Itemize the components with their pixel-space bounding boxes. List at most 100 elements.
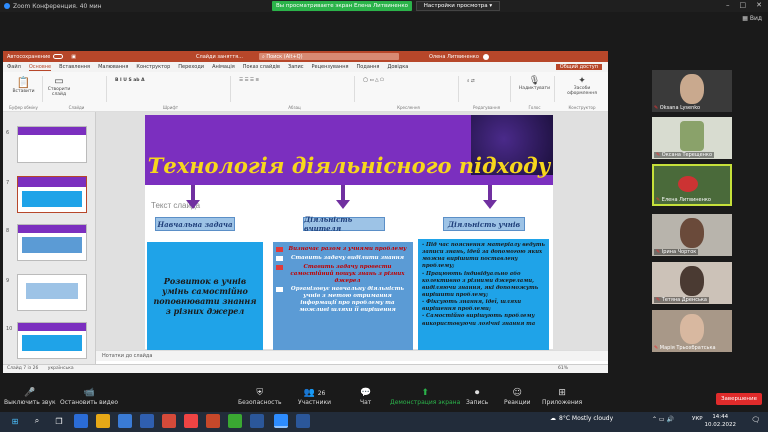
header-teacher-activity: Діяльність вчителя <box>303 215 385 233</box>
autosave-label: Автосохранение <box>7 53 51 60</box>
record-button[interactable]: ⏺ Запись <box>466 388 488 406</box>
notification-icon[interactable]: 🗨 <box>751 416 760 424</box>
view-options-button[interactable]: Настройки просмотра ▾ <box>416 1 500 11</box>
learning-task-box: Розвиток в учнів умінь самостійно поповн… <box>147 242 263 350</box>
paragraph-controls[interactable]: ☰ ☰ ☰ ≡ <box>235 76 354 85</box>
security-button[interactable]: ⛨ Безопасность <box>238 388 282 406</box>
new-slide-button[interactable]: ▭ Створити слайд <box>47 76 71 97</box>
autosave-toggle[interactable] <box>53 54 64 59</box>
mic-muted-icon: ✎ <box>656 152 661 158</box>
menu-help[interactable]: Довідка <box>387 64 408 70</box>
student-item: - Під час пояснення матеріалу ведуть зап… <box>422 242 545 270</box>
find-icon[interactable]: ⌕ ⇄ <box>463 76 510 86</box>
menu-insert[interactable]: Вставлення <box>59 64 90 70</box>
mail-icon[interactable] <box>140 414 154 428</box>
menu-slideshow[interactable]: Показ слайдів <box>243 64 280 70</box>
tray-icons[interactable]: ⌃ ▭ 🔊 <box>652 416 674 423</box>
shapes-gallery[interactable]: ◯ ▭ △ ⬠ <box>359 76 458 85</box>
participant-tile[interactable]: ✎ Тетяна Дренська <box>652 262 732 304</box>
menu-animations[interactable]: Анімація <box>212 64 235 70</box>
windows-start-icon[interactable]: ⊞ <box>8 414 22 428</box>
share-button[interactable]: Общий доступ <box>555 64 602 70</box>
menu-record[interactable]: Запис <box>288 64 304 70</box>
arrow-stem <box>341 185 345 201</box>
menu-view[interactable]: Подання <box>357 64 380 70</box>
user-name: Олена Литвиненко <box>428 53 479 60</box>
chat-button[interactable]: 💬 Чат <box>360 388 371 406</box>
slide-thumbnail[interactable] <box>17 274 87 311</box>
participant-tile[interactable]: ✎ Марія Трьохбратська <box>652 310 732 352</box>
dictate-button[interactable]: 🎙 Надиктувати <box>515 76 554 91</box>
slide-thumbnail[interactable] <box>17 126 87 163</box>
slide[interactable]: Технологія діяльнісного підходу Текст сл… <box>145 115 553 350</box>
search-icon: ⌕ <box>261 53 265 60</box>
save-icon[interactable]: ▣ <box>71 54 76 60</box>
menu-file[interactable]: Файл <box>7 64 21 70</box>
emoji-icon: ☺ <box>512 388 522 398</box>
mic-muted-icon: ✎ <box>656 249 661 255</box>
participant-tile-active-speaker[interactable]: ✎ Елена Литвиненко <box>652 164 732 206</box>
task-view-icon[interactable]: ❐ <box>52 414 66 428</box>
stop-video-button[interactable]: 📹 Остановить видео <box>60 388 118 406</box>
down-arrow-icon <box>336 200 350 209</box>
menu-review[interactable]: Рецензування <box>312 64 349 70</box>
notes-pane[interactable]: Нотатки до слайда <box>96 350 608 361</box>
user-avatar[interactable] <box>482 53 489 60</box>
menu-draw[interactable]: Малювання <box>98 64 128 70</box>
participant-tile[interactable]: ✎ Oksana Lysenko <box>652 70 732 112</box>
zoom-app-icon[interactable] <box>274 414 288 428</box>
system-clock[interactable]: 14:44 10.02.2022 <box>705 413 737 429</box>
language-indicator[interactable]: УКР <box>692 416 703 422</box>
participant-video <box>680 121 704 151</box>
arrow-stem <box>488 185 492 201</box>
participant-tile[interactable]: ✎ Ірина Чорток <box>652 214 732 256</box>
ribbon-group-slides: ▭ Створити слайд Слайди <box>47 76 107 110</box>
file-explorer-icon[interactable] <box>96 414 110 428</box>
slide-title[interactable]: Технологія діяльнісного підходу <box>145 153 553 178</box>
reactions-button[interactable]: ☺ Реакции <box>504 388 531 406</box>
minimize-icon[interactable]: – <box>726 1 730 9</box>
teacher-activity-box: Визначає разом з учнями проблему Ставить… <box>273 242 413 350</box>
apps-button[interactable]: ⊞ Приложения <box>542 388 582 406</box>
word-icon-2[interactable] <box>296 414 310 428</box>
end-meeting-button[interactable]: Завершение <box>716 393 762 405</box>
participant-tile[interactable]: ✎ Оксана Терещенко <box>652 117 732 159</box>
slide-thumbnail[interactable] <box>17 224 87 261</box>
apps-icon: ⊞ <box>558 388 566 398</box>
slide-thumbnails-pane: 6 7 8 9 10 <box>3 112 96 364</box>
font-controls[interactable]: B I U S ab A <box>111 76 230 85</box>
word-icon[interactable] <box>250 414 264 428</box>
zoom-level: 61% <box>557 366 568 371</box>
powerpoint-icon[interactable] <box>206 414 220 428</box>
search-icon[interactable]: ⌕ <box>30 414 44 428</box>
participants-button[interactable]: 👥 26 Участники <box>298 388 331 406</box>
slide-thumbnail-selected[interactable] <box>17 176 87 213</box>
store-icon[interactable] <box>118 414 132 428</box>
ribbon-group-font: B I U S ab A Шрифт <box>111 76 231 110</box>
slide-thumbnail[interactable] <box>17 322 87 359</box>
paste-button[interactable]: 📋 Вставити <box>5 76 42 94</box>
share-screen-button[interactable]: ⬆ Демонстрация экрана <box>390 388 460 406</box>
arrow-stem <box>191 185 195 201</box>
menu-home[interactable]: Основне <box>28 64 52 71</box>
menu-design[interactable]: Конструктор <box>136 64 170 70</box>
menu-transitions[interactable]: Переходи <box>178 64 204 70</box>
weather-widget[interactable]: ☁ 8°C Mostly cloudy <box>550 415 613 422</box>
ribbon-group-drawing: ◯ ▭ △ ⬠ Креслення <box>359 76 459 110</box>
chrome-icon[interactable] <box>162 414 176 428</box>
close-icon[interactable]: ✕ <box>756 1 762 9</box>
designer-button[interactable]: ✦ Засоби оформлення <box>559 76 605 96</box>
maximize-icon[interactable]: □ <box>740 1 747 9</box>
view-button[interactable]: ▦ Вид <box>742 15 762 22</box>
ribbon-group-paragraph: ☰ ☰ ☰ ≡ Абзац <box>235 76 355 110</box>
chrome-alt-icon[interactable] <box>228 414 242 428</box>
slide-counter: Слайд 7 із 26 <box>7 366 39 371</box>
mic-muted-icon: ✎ <box>654 105 659 111</box>
grid-icon: ▦ <box>742 15 748 22</box>
mute-button[interactable]: 🎤 Выключить звук <box>4 388 56 406</box>
opera-icon[interactable] <box>184 414 198 428</box>
edge-icon[interactable] <box>74 414 88 428</box>
share-banner: Вы просматриваете экран Елена Литвиненко <box>272 1 412 11</box>
student-item: - Працюють індивідуально або колективно … <box>422 270 539 298</box>
search-box[interactable]: ⌕ Поиск (Alt+Q) <box>258 53 399 60</box>
